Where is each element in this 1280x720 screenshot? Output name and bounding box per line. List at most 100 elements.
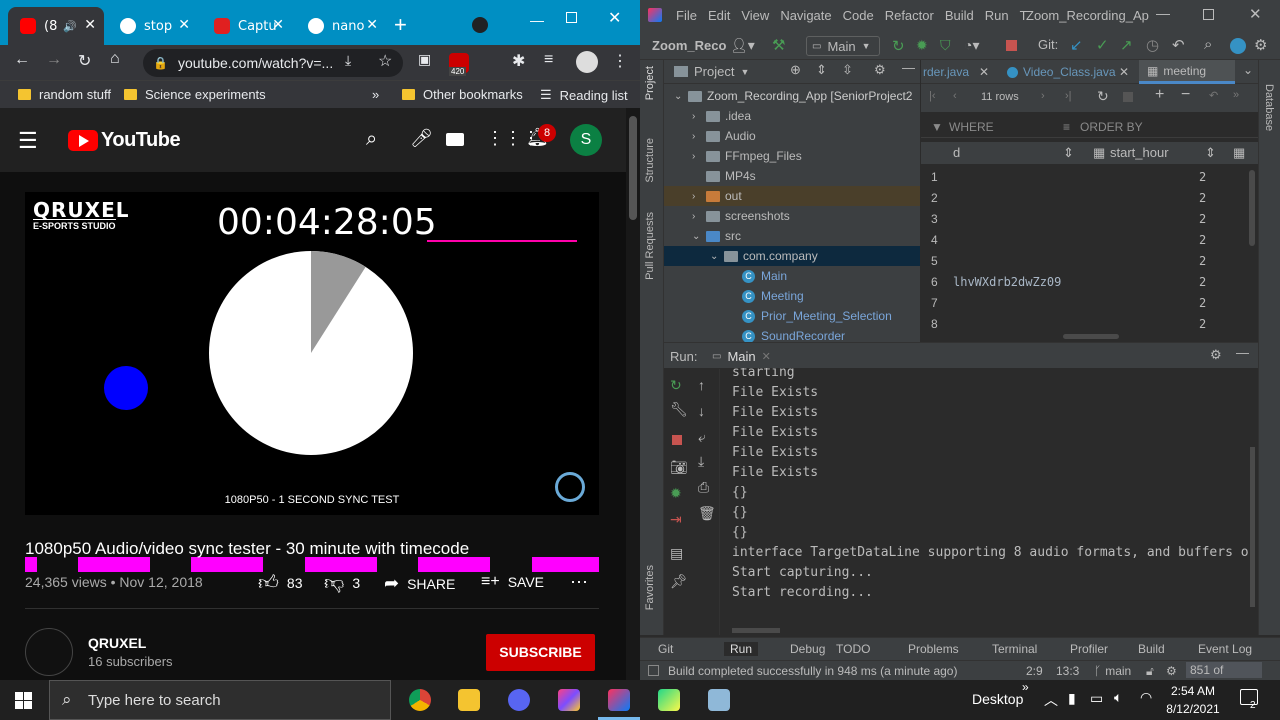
where-filter[interactable]: WHERE [949,120,994,134]
prev-page-icon[interactable]: ‹ [953,90,957,102]
table-cell[interactable]: 2 [1199,317,1206,331]
clock-date[interactable]: 8/12/2021 [1163,702,1223,716]
profile-icon[interactable]: ◔▾ [964,37,979,54]
like-button[interactable]: 👍︎ 83 [258,571,302,595]
table-cell[interactable]: 2 [1199,233,1206,247]
revert-icon[interactable]: ↶ [1209,89,1218,102]
table-cell[interactable]: 2 [1199,254,1206,268]
user-icon[interactable]: 👤︎▾ [730,37,755,54]
cursor-position[interactable]: 2:9 [1026,664,1043,678]
table-cell[interactable]: 2 [1199,191,1206,205]
delete-row-icon[interactable]: − [1181,86,1190,104]
search-icon[interactable]: ⌕ [366,128,377,151]
windows-start-icon[interactable] [15,692,32,709]
install-icon[interactable]: ⤓ [345,52,351,69]
battery-icon[interactable]: ▭ [1090,690,1103,707]
hamburger-icon[interactable]: ☰ [18,128,38,154]
run-tab[interactable]: ▭ Main ✕ [712,349,771,364]
menu-item[interactable]: Refactor [885,8,934,23]
chevron-down-icon[interactable]: ⌄ [710,251,724,262]
table-cell[interactable]: 2 [1199,170,1206,184]
bookmark-science[interactable]: Science experiments [124,87,266,102]
speaker-icon[interactable]: 🔊 [63,20,77,33]
window-close-icon[interactable]: ✕ [608,8,621,28]
table-row[interactable]: 32 [921,208,1249,229]
chevron-right-icon[interactable]: › [692,151,706,162]
git-commit-icon[interactable]: ✓ [1096,36,1109,54]
chevron-down-icon[interactable]: ⌄ [1243,63,1253,77]
next-page-icon[interactable]: › [1041,90,1045,102]
hide-icon[interactable]: — [902,60,915,75]
close-icon[interactable]: ✕ [762,350,771,363]
intellij-taskbar-icon[interactable] [608,689,630,711]
dislike-button[interactable]: 👎︎ 3 [324,571,360,595]
first-page-icon[interactable]: |‹ [929,90,936,102]
tool-tab[interactable]: Git [658,642,673,656]
tool-tab[interactable]: Terminal [992,642,1037,656]
window-close-icon[interactable]: ✕ [1249,5,1262,23]
hide-icon[interactable]: — [1236,345,1249,360]
tool-tab[interactable]: Problems [908,642,959,656]
scrollbar-thumb[interactable] [629,116,637,220]
git-branch[interactable]: ᚴ main [1094,664,1131,678]
tool-tab[interactable]: Run [724,642,759,656]
pull-requests-tool-tab[interactable]: Pull Requests [644,212,656,280]
desktop-toolbar[interactable]: Desktop [972,691,1023,707]
table-row[interactable]: 52 [921,250,1249,271]
minimize-icon[interactable]: — [530,12,544,28]
grid-h-scrollbar[interactable] [1063,334,1119,339]
menu-item[interactable]: Code [843,8,874,23]
settings-icon[interactable]: ⚙ [1254,36,1267,54]
bookmark-random-stuff[interactable]: random stuff [18,87,111,102]
new-tab-icon[interactable]: + [394,12,407,38]
maximize-icon[interactable] [1203,9,1214,20]
close-icon[interactable]: ✕ [979,65,989,79]
tree-node[interactable]: C Main [664,266,920,286]
tree-node[interactable]: › FFmpeg_Files [664,146,920,166]
chevron-down-icon[interactable]: ⌄ [674,91,688,102]
table-cell[interactable]: 2 [1199,275,1206,289]
chevron-down-icon[interactable]: ⌄ [692,231,706,242]
more-icon[interactable]: » [1233,89,1239,101]
console-h-scrollbar[interactable] [732,628,780,633]
tree-node[interactable]: › screenshots [664,206,920,226]
tab-nano[interactable]: nano ✕ [296,7,386,45]
close-icon[interactable]: ✕ [366,17,378,33]
stop-icon[interactable] [1006,40,1017,51]
microphone-tray-icon[interactable]: ▮ [1068,690,1076,707]
address-bar[interactable]: 🔒 youtube.com/watch?v=... [143,49,403,77]
share-button[interactable]: ➦ SHARE [384,573,455,594]
pycharm-icon[interactable] [658,689,680,711]
tree-node[interactable]: ⌄ Zoom_Recording_App [SeniorProject2 [664,86,920,106]
collapse-all-icon[interactable]: ⇳ [842,62,853,78]
tab-search-icon[interactable] [472,17,488,33]
gear-icon[interactable]: ⚙ [874,62,886,78]
last-page-icon[interactable]: ›| [1065,90,1072,102]
run-config-select[interactable]: ▭ Main ▼ [806,36,880,56]
structure-tool-tab[interactable]: Structure [644,138,656,183]
menu-item[interactable]: Run [985,8,1009,23]
youtube-logo[interactable]: YouTube [68,129,181,152]
wifi-icon[interactable]: ◠ [1140,689,1152,706]
order-by-filter[interactable]: ORDER BY [1080,120,1143,134]
page-scrollbar[interactable] [626,108,640,680]
table-row[interactable]: 22 [921,187,1249,208]
notepad-icon[interactable] [708,689,730,711]
editor-tab[interactable]: Video_Class.java [1007,65,1116,79]
maximize-icon[interactable] [566,12,577,23]
more-actions-icon[interactable]: ⋯ [570,572,588,593]
update-icon[interactable] [1230,38,1246,54]
create-video-icon[interactable] [446,133,464,146]
channel-name[interactable]: QRUXEL [88,635,146,651]
tree-node[interactable]: C Meeting [664,286,920,306]
table-row[interactable]: 6 lhvWXdrb2dwZz09 2 [921,271,1249,292]
favorites-tool-tab[interactable]: Favorites [644,565,656,610]
discord-icon[interactable] [508,689,530,711]
subscribe-button[interactable]: SUBSCRIBE [486,634,595,671]
menu-item[interactable]: Edit [708,8,730,23]
media-icon[interactable]: ≡ [544,51,553,69]
git-update-icon[interactable]: ↙ [1070,36,1083,54]
tool-tab[interactable]: Event Log [1198,642,1252,656]
tree-node[interactable]: ⌄ com.company [664,246,920,266]
gear-icon[interactable]: ⚙ [1210,347,1222,363]
